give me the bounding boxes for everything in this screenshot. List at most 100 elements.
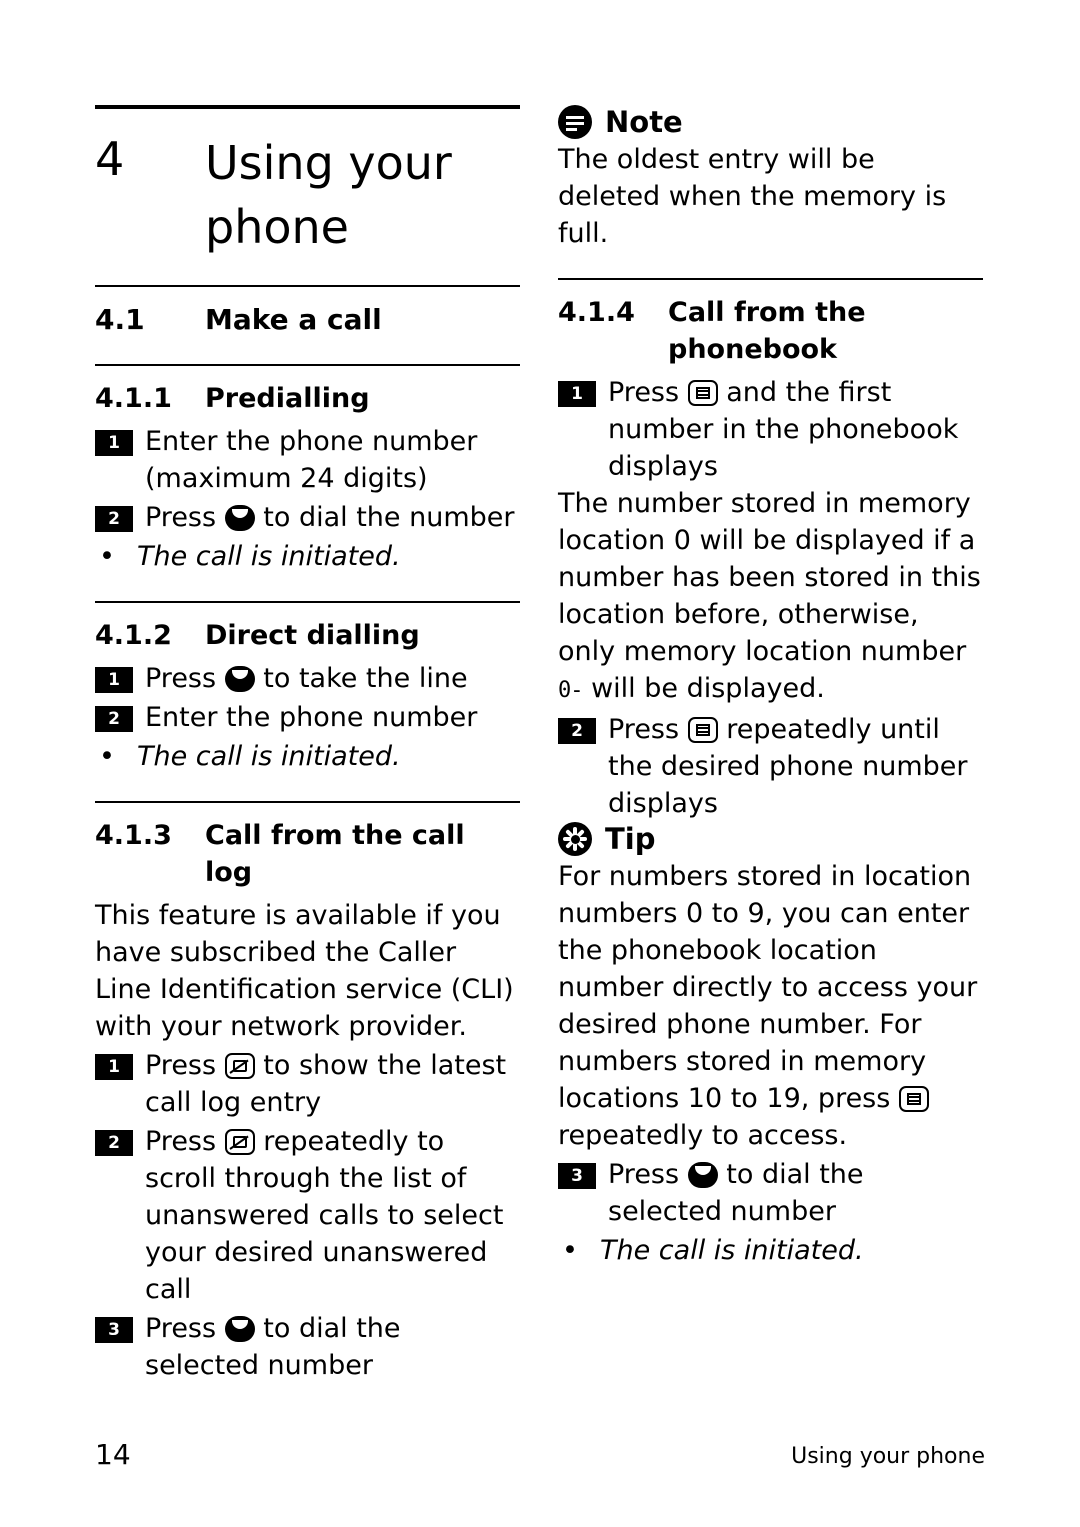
note-title: Note [605,105,683,139]
call-log-key-icon [224,1053,255,1079]
step-text: Press to show the latest call log entry [145,1047,520,1121]
step-number: 2 [95,1130,133,1156]
tip-title: Tip [605,822,656,856]
section-414-heading: 4.1.4 Call from the phonebook [558,294,983,368]
step-number: 1 [558,381,596,407]
step-text-after: to dial the number [263,502,515,533]
step-text: Press repeatedly to scroll through the l… [145,1123,520,1308]
step-number: 3 [558,1163,596,1189]
phonebook-key-icon [687,380,718,406]
section-412-number: 4.1.2 [95,620,172,651]
section-413-title: Call from the call log [205,820,465,888]
step-text-before: Press [145,1050,217,1081]
section-412-title: Direct dialling [205,620,420,651]
step-item: 1 Press to show the latest call log entr… [95,1047,520,1121]
step-item: 2 Press repeatedly until the desired pho… [558,711,983,822]
step-text-before: Press [608,377,680,408]
step-text: Press and the first number in the phoneb… [608,374,983,485]
footer-running-head: Using your phone [791,1444,985,1469]
section-41-rule [95,285,520,287]
step-text-before: Press [608,1159,680,1190]
section-413-rule [95,801,520,803]
step-text: Enter the phone number [145,702,478,733]
step-item: 2 Press to dial the number [95,499,520,536]
section-414-paragraph: The number stored in memory location 0 w… [558,485,983,709]
step-item: 1 Press to take the line [95,660,520,697]
step-item: 1 Enter the phone number (maximum 24 dig… [95,423,520,497]
step-item: 3 Press to dial the selected number [558,1156,983,1230]
section-412-heading: 4.1.2 Direct dialling [95,617,520,654]
step-number: 2 [558,718,596,744]
step-item: 2 Press repeatedly to scroll through the… [95,1123,520,1308]
step-text-before: Press [608,714,680,745]
tip-text: For numbers stored in location numbers 0… [558,858,983,1154]
step-text: Enter the phone number (maximum 24 digit… [145,426,478,494]
manual-page: 4 Using your phone 4.1 Make a call 4.1.1… [0,0,1080,1527]
bullet-dot-icon: • [562,1235,578,1266]
step-text-before: Press [145,1126,217,1157]
bullet-item: • The call is initiated. [95,738,520,775]
step-text: Press to dial the selected number [145,1310,520,1384]
chapter-title: Using your phone [205,136,452,254]
step-text: Press to take the line [145,660,520,697]
section-411-rule [95,364,520,366]
step-text-before: Press [145,502,217,533]
section-412-rule [95,601,520,603]
step-text: Press repeatedly until the desired phone… [608,711,983,822]
bullet-text: The call is initiated. [137,541,401,572]
chapter-heading: 4 Using your phone [95,131,520,259]
talk-key-icon [224,505,255,531]
step-number: 1 [95,430,133,456]
note-icon [558,105,592,139]
talk-key-icon [687,1162,718,1188]
tip-text-after: repeatedly to access. [558,1120,848,1151]
chapter-number: 4 [95,132,125,186]
section-414-number: 4.1.4 [558,297,635,328]
step-text: Press to dial the number [145,499,520,536]
bullet-item: • The call is initiated. [95,538,520,575]
step-item: 2 Enter the phone number [95,699,520,736]
section-41-number: 4.1 [95,303,145,336]
tip-callout-heading: Tip [558,822,983,856]
section-41-title: Make a call [205,303,382,336]
paragraph-after-lcd: will be displayed. [591,673,825,704]
step-text-before: Press [145,1313,217,1344]
step-number: 3 [95,1317,133,1343]
bullet-dot-icon: • [99,541,115,572]
bullet-dot-icon: • [99,741,115,772]
step-text: Press to dial the selected number [608,1156,983,1230]
step-text-before: Press [145,663,217,694]
section-411-title: Predialling [205,383,370,414]
step-number: 1 [95,1054,133,1080]
section-411-number: 4.1.1 [95,383,172,414]
tip-text-before: For numbers stored in location numbers 0… [558,861,978,1114]
section-41-heading: 4.1 Make a call [95,301,520,338]
bullet-text: The call is initiated. [137,741,401,772]
talk-key-icon [224,666,255,692]
section-414-rule [558,278,983,280]
chapter-top-rule [95,105,520,109]
talk-key-icon [224,1316,255,1342]
phonebook-key-icon [898,1086,929,1112]
note-callout-heading: Note [558,105,983,139]
step-item: 1 Press and the first number in the phon… [558,374,983,485]
right-column: Note The oldest entry will be deleted wh… [558,105,983,1269]
paragraph-before-lcd: The number stored in memory location 0 w… [558,488,981,667]
bullet-text: The call is initiated. [600,1235,864,1266]
step-item: 3 Press to dial the selected number [95,1310,520,1384]
lcd-memory-location-value: 0- [558,678,583,703]
note-text: The oldest entry will be deleted when th… [558,144,947,249]
step-number: 1 [95,667,133,693]
step-text-after: to take the line [263,663,468,694]
phonebook-key-icon [687,717,718,743]
step-number: 2 [95,506,133,532]
section-411-heading: 4.1.1 Predialling [95,380,520,417]
section-413-number: 4.1.3 [95,820,172,851]
section-414-title: Call from the phonebook [668,297,866,365]
bullet-item: • The call is initiated. [558,1232,983,1269]
footer-page-number: 14 [95,1438,131,1471]
section-413-intro: This feature is available if you have su… [95,900,514,1042]
tip-icon [558,822,592,856]
section-413-heading: 4.1.3 Call from the call log [95,817,520,891]
left-column: 4 Using your phone 4.1 Make a call 4.1.1… [95,105,520,1384]
